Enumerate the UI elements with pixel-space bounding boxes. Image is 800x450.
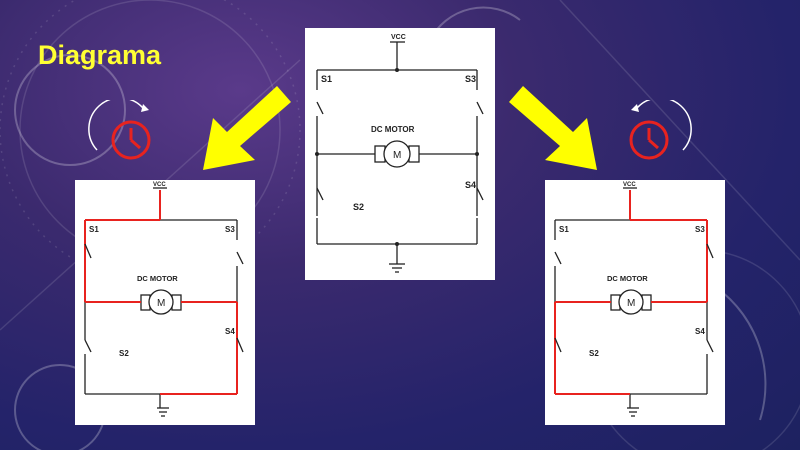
- switch-s3-label: S3: [225, 225, 235, 234]
- switch-s4-label: S4: [225, 327, 235, 336]
- motor-symbol: M: [393, 150, 401, 161]
- right-arrow-icon: [509, 86, 597, 170]
- vcc-label: VCC: [623, 182, 636, 188]
- counterclockwise-clock-icon: [629, 100, 692, 160]
- motor-symbol: M: [157, 298, 165, 309]
- switch-s1-label: S1: [89, 225, 99, 234]
- switch-s3-label: S3: [465, 74, 476, 84]
- vcc-label: VCC: [153, 182, 166, 188]
- vcc-label: VCC: [391, 34, 406, 41]
- slide-title: Diagrama: [38, 40, 162, 70]
- switch-s2-label: S2: [119, 349, 129, 358]
- left-arrow-icon: [203, 86, 291, 170]
- clockwise-clock-icon: [88, 100, 151, 160]
- switch-s1-label: S1: [559, 225, 569, 234]
- motor-title-label: DC MOTOR: [137, 274, 178, 283]
- center-circuit-panel: VCC S1 S3 S2 S4 DC MOTOR M: [305, 28, 495, 280]
- switch-s2-label: S2: [353, 202, 364, 212]
- motor-symbol: M: [627, 298, 635, 309]
- switch-s4-label: S4: [465, 180, 476, 190]
- switch-s3-label: S3: [695, 225, 705, 234]
- switch-s2-label: S2: [589, 349, 599, 358]
- switch-s1-label: S1: [321, 74, 332, 84]
- motor-title-label: DC MOTOR: [607, 274, 648, 283]
- right-circuit-panel: VCC S1 S3 S2 S4 DC MOTOR M: [545, 180, 725, 425]
- switch-s4-label: S4: [695, 327, 705, 336]
- motor-title-label: DC MOTOR: [371, 125, 415, 134]
- left-circuit-panel: VCC S1 S3 S2 S4 DC MOTOR M: [75, 180, 255, 425]
